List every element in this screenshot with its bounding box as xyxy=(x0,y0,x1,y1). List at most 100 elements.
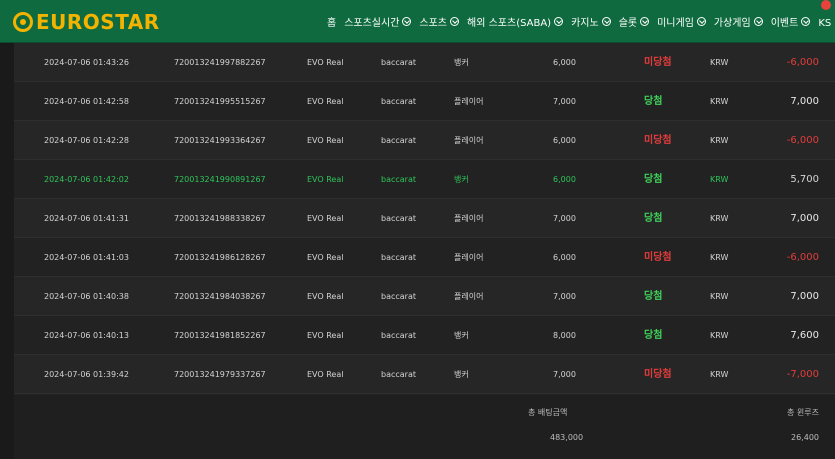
bet-result: 미당첨 xyxy=(644,135,672,146)
top-header: EUROSTAR 홈 스포츠실시간 스포츠 해외 스포츠(SABA) 카지노 슬롯 미니게임… xyxy=(0,0,835,43)
nav-item-label: 가상게임 xyxy=(713,18,751,29)
table-row[interactable]: 2024-07-06 01:40:38 720013241984038267 EVO… xyxy=(14,277,835,316)
bet-game: baccarat xyxy=(381,253,417,262)
nav-item[interactable]: 해외 스포츠(SABA) xyxy=(467,14,564,29)
table-row[interactable]: 2024-07-06 01:42:02 720013241990891267 EVO… xyxy=(14,160,835,199)
total-winloss-label: 총 윈루즈 xyxy=(787,408,819,417)
brand-logo[interactable]: EUROSTAR xyxy=(13,10,160,34)
bet-date: 2024-07-06 01:41:31 xyxy=(44,214,129,223)
bet-history-table: 2024-07-06 01:43:26 720013241997882267 EVO… xyxy=(14,43,835,459)
bet-id: 720013241993364267 xyxy=(174,136,266,145)
table-row[interactable]: 2024-07-06 01:42:28 720013241993364267 EVO… xyxy=(14,121,835,160)
table-row[interactable]: 2024-07-06 01:41:03 720013241986128267 EVO… xyxy=(14,238,835,277)
bet-amount: 7,000 xyxy=(553,370,576,379)
bet-result: 당첨 xyxy=(644,174,663,185)
bet-result: 미당첨 xyxy=(644,57,672,68)
bet-pick: 플레이어 xyxy=(454,214,484,223)
bet-currency: KRW xyxy=(710,253,729,262)
bet-amount: 7,000 xyxy=(553,97,576,106)
bet-pick: 플레이어 xyxy=(454,292,484,301)
logo-ring-icon xyxy=(13,12,33,32)
nav-item[interactable]: 홈 xyxy=(327,14,336,29)
table-row[interactable]: 2024-07-06 01:40:13 720013241981852267 EVO… xyxy=(14,316,835,355)
bet-winloss: 7,000 xyxy=(790,213,819,224)
nav-item[interactable]: 미니게임 xyxy=(657,14,706,29)
bet-result: 당첨 xyxy=(644,291,663,302)
bet-pick: 뱅커 xyxy=(454,175,469,184)
table-row[interactable]: 2024-07-06 01:42:58 720013241995515267 EVO… xyxy=(14,82,835,121)
notification-dot-icon xyxy=(821,0,831,10)
nav-item-label: 슬롯 xyxy=(618,18,638,29)
bet-amount: 6,000 xyxy=(553,253,576,262)
bet-game: baccarat xyxy=(381,292,417,301)
bet-result: 미당첨 xyxy=(644,252,672,263)
bet-id: 720013241988338267 xyxy=(174,214,266,223)
total-bet-label: 총 배팅금액 xyxy=(528,408,568,417)
main-nav: 홈 스포츠실시간 스포츠 해외 스포츠(SABA) 카지노 슬롯 미니게임 가상게임 이벤트 KS… xyxy=(327,14,835,29)
nav-item-label: 홈 xyxy=(327,18,337,29)
chevron-down-icon xyxy=(801,17,811,26)
chevron-down-icon xyxy=(753,17,763,26)
bet-date: 2024-07-06 01:40:38 xyxy=(44,292,129,301)
bet-currency: KRW xyxy=(710,370,729,379)
bet-pick: 플레이어 xyxy=(454,97,484,106)
bet-currency: KRW xyxy=(710,331,729,340)
nav-item[interactable]: KS 바로가기 xyxy=(818,14,835,29)
bet-winloss: 7,000 xyxy=(790,96,819,107)
nav-item-label: 미니게임 xyxy=(657,18,694,29)
chevron-down-icon xyxy=(640,17,650,26)
nav-item-label: 카지노 xyxy=(571,18,599,29)
table-row[interactable]: 2024-07-06 01:41:31 720013241988338267 EVO… xyxy=(14,199,835,238)
totals-footer: 총 배팅금액 483,000 총 윈루즈 26,400 xyxy=(14,395,835,459)
left-gutter xyxy=(0,43,14,459)
bet-amount: 6,000 xyxy=(553,58,576,67)
bet-provider: EVO Real xyxy=(307,136,344,145)
bet-result: 당첨 xyxy=(644,213,663,224)
bet-currency: KRW xyxy=(710,97,729,106)
bet-pick: 뱅커 xyxy=(454,331,469,340)
nav-item-label: 스포츠실시간 xyxy=(344,18,400,29)
bet-provider: EVO Real xyxy=(307,97,344,106)
bet-date: 2024-07-06 01:41:03 xyxy=(44,253,129,262)
bet-result: 당첨 xyxy=(644,96,663,107)
bet-pick: 플레이어 xyxy=(454,253,484,262)
total-bet-value: 483,000 xyxy=(550,433,584,442)
bet-pick: 플레이어 xyxy=(454,136,484,145)
bet-currency: KRW xyxy=(710,58,729,67)
nav-item[interactable]: 카지노 xyxy=(571,14,611,29)
bet-winloss: -6,000 xyxy=(786,135,819,146)
bet-id: 720013241981852267 xyxy=(174,331,266,340)
bet-amount: 6,000 xyxy=(553,175,576,184)
bet-id: 720013241990891267 xyxy=(174,175,266,184)
chevron-down-icon xyxy=(601,17,611,26)
bet-winloss: -7,000 xyxy=(786,369,819,380)
bet-result: 미당첨 xyxy=(644,369,672,380)
bet-game: baccarat xyxy=(381,97,417,106)
bet-winloss: 7,000 xyxy=(790,291,819,302)
bet-winloss: 7,600 xyxy=(790,330,819,341)
chevron-down-icon xyxy=(402,17,412,26)
bet-game: baccarat xyxy=(381,136,417,145)
bet-currency: KRW xyxy=(710,292,729,301)
table-row[interactable]: 2024-07-06 01:43:26 720013241997882267 EVO… xyxy=(14,43,835,82)
nav-item[interactable]: 이벤트 xyxy=(771,14,811,29)
bet-winloss: 5,700 xyxy=(790,174,819,185)
bet-provider: EVO Real xyxy=(307,214,344,223)
total-winloss-value: 26,400 xyxy=(791,433,819,442)
nav-item[interactable]: 스포츠실시간 xyxy=(344,14,412,29)
bet-amount: 8,000 xyxy=(553,331,576,340)
bet-provider: EVO Real xyxy=(307,292,344,301)
bet-provider: EVO Real xyxy=(307,253,344,262)
nav-item[interactable]: 스포츠 xyxy=(419,14,460,29)
bet-provider: EVO Real xyxy=(307,370,344,379)
nav-item[interactable]: 가상게임 xyxy=(714,14,763,29)
bet-id: 720013241979337267 xyxy=(174,370,266,379)
table-row[interactable]: 2024-07-06 01:39:42 720013241979337267 EVO… xyxy=(14,355,835,394)
bet-pick: 뱅커 xyxy=(454,370,469,379)
bet-date: 2024-07-06 01:42:02 xyxy=(44,175,129,184)
bet-currency: KRW xyxy=(710,175,729,184)
nav-item[interactable]: 슬롯 xyxy=(618,14,650,29)
bet-date: 2024-07-06 01:43:26 xyxy=(44,58,129,67)
bet-provider: EVO Real xyxy=(307,175,344,184)
bet-game: baccarat xyxy=(381,175,417,184)
